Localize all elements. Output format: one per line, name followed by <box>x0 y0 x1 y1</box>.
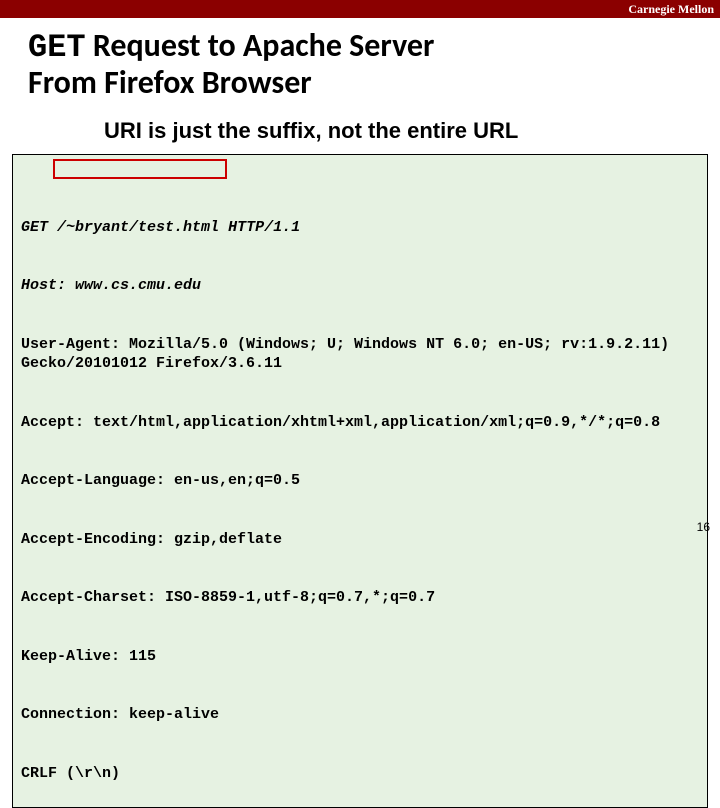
uri-highlight-box <box>53 159 227 179</box>
code-line-2: Host: www.cs.cmu.edu <box>21 276 699 296</box>
code-line-3: User-Agent: Mozilla/5.0 (Windows; U; Win… <box>21 335 699 374</box>
code-line-9: Connection: keep-alive <box>21 705 699 725</box>
subtitle: URI is just the suffix, not the entire U… <box>0 104 720 154</box>
code-line-7: Accept-Charset: ISO-8859-1,utf-8;q=0.7,*… <box>21 588 699 608</box>
req-protocol: HTTP/1.1 <box>228 219 300 236</box>
req-method: GET <box>21 219 48 236</box>
http-request-box: GET /~bryant/test.html HTTP/1.1 Host: ww… <box>12 154 708 808</box>
topbar: Carnegie Mellon <box>0 0 720 18</box>
code-line-10: CRLF (\r\n) <box>21 764 699 784</box>
page-number: 16 <box>697 520 710 534</box>
code-line-1: GET /~bryant/test.html HTTP/1.1 <box>21 218 699 238</box>
title-method: GET <box>28 29 86 66</box>
req-uri: /~bryant/test.html <box>57 219 219 236</box>
title-area: GET Request to Apache Server From Firefo… <box>0 18 720 104</box>
code-line-8: Keep-Alive: 115 <box>21 647 699 667</box>
title-rest-1: Request to Apache Server <box>86 26 435 65</box>
brand-label: Carnegie Mellon <box>628 2 714 16</box>
code-line-4: Accept: text/html,application/xhtml+xml,… <box>21 413 699 433</box>
slide-title: GET Request to Apache Server From Firefo… <box>28 28 692 100</box>
code-line-5: Accept-Language: en-us,en;q=0.5 <box>21 471 699 491</box>
title-line-2: From Firefox Browser <box>28 63 312 102</box>
